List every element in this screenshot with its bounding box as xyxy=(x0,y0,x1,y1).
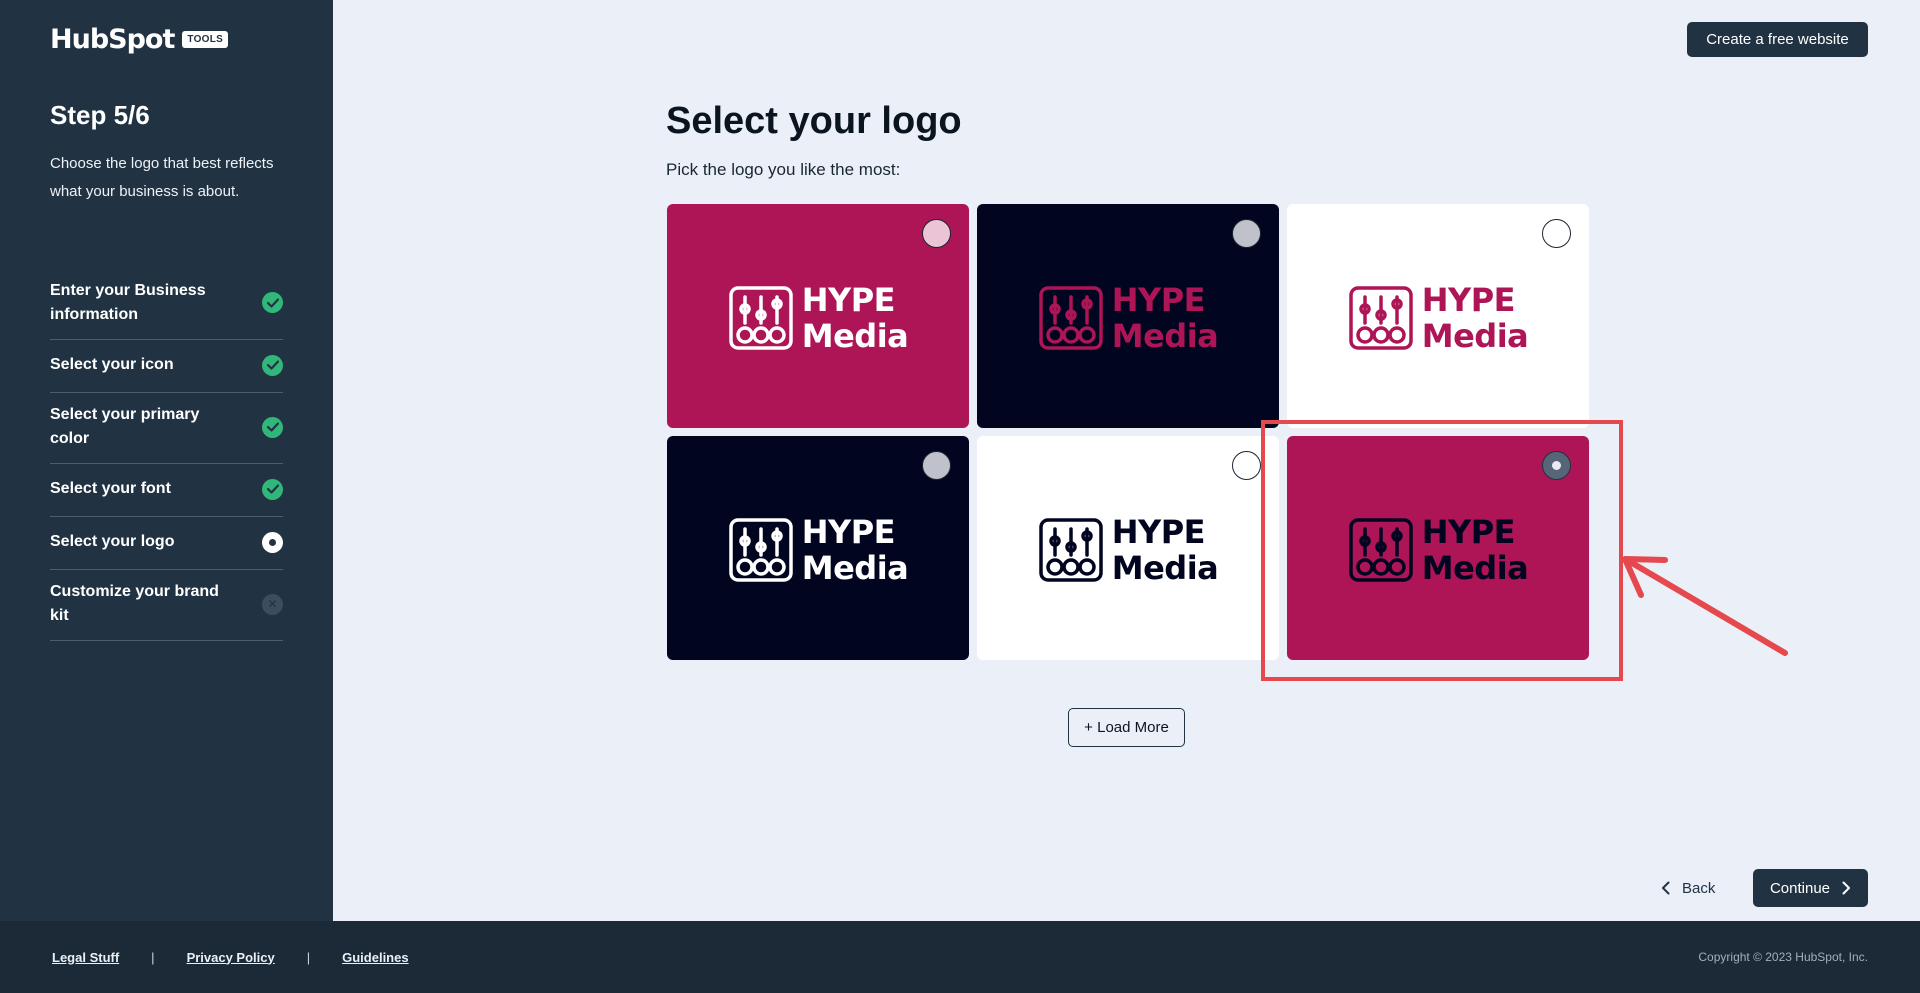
mixer-sliders-icon xyxy=(1038,286,1103,350)
step-label: Enter your Business information xyxy=(50,281,206,323)
step-item-font[interactable]: Select your font xyxy=(50,464,283,517)
page-title: Select your logo xyxy=(666,100,962,142)
logo-text-line1: HYPE xyxy=(1421,281,1516,319)
legal-stuff-link[interactable]: Legal Stuff xyxy=(52,950,119,965)
brand-name: HubSpot xyxy=(50,24,175,55)
mixer-sliders-icon xyxy=(1038,518,1103,582)
logo-preview: HYPE Media xyxy=(728,514,909,586)
continue-label: Continue xyxy=(1769,879,1831,897)
logo-preview: HYPE Media xyxy=(728,282,909,354)
radio-button-selected[interactable] xyxy=(1542,451,1571,480)
logo-text-line2: Media xyxy=(1111,317,1219,355)
logo-option-6[interactable]: HYPE Media xyxy=(1287,436,1589,660)
logo-text-line1: HYPE xyxy=(801,513,896,551)
load-more-button[interactable]: + Load More xyxy=(1068,708,1185,747)
guidelines-link[interactable]: Guidelines xyxy=(342,950,408,965)
logo-text-line2: Media xyxy=(801,317,909,355)
check-icon xyxy=(262,354,283,376)
logo-preview: HYPE Media xyxy=(1038,282,1219,354)
step-label: Select your icon xyxy=(50,356,174,373)
logo-option-2[interactable]: HYPE Media xyxy=(977,204,1279,428)
logo-preview: HYPE Media xyxy=(1348,514,1529,586)
step-label: Select your primary color xyxy=(50,406,200,447)
check-icon xyxy=(262,292,283,313)
mixer-sliders-icon xyxy=(728,286,793,350)
back-label: Back xyxy=(1682,879,1716,897)
radio-button[interactable] xyxy=(1232,451,1261,480)
radio-button[interactable] xyxy=(922,451,951,480)
chevron-left-icon xyxy=(1662,881,1670,895)
footer-separator: | xyxy=(306,949,311,965)
logo-preview: HYPE Media xyxy=(1348,282,1529,354)
step-label: Select your logo xyxy=(50,533,175,550)
hubspot-logo[interactable]: HubSpot TOOLS xyxy=(50,24,229,55)
logo-option-4[interactable]: HYPE Media xyxy=(667,436,969,660)
sidebar: HubSpot TOOLS Step 5/6 Choose the logo t… xyxy=(0,0,333,921)
logo-text-line1: HYPE xyxy=(1111,281,1206,319)
step-label: Customize your brand kit xyxy=(50,583,219,624)
annotation-arrow-icon xyxy=(1622,556,1788,656)
footer: Legal Stuff | Privacy Policy | Guideline… xyxy=(0,921,1920,993)
logo-text-line1: HYPE xyxy=(1111,513,1206,551)
step-item-icon[interactable]: Select your icon xyxy=(50,340,283,393)
radio-button[interactable] xyxy=(922,219,951,248)
mixer-sliders-icon xyxy=(1348,518,1413,582)
close-icon: ✕ xyxy=(262,593,283,615)
logo-text-line1: HYPE xyxy=(1421,513,1516,551)
back-button[interactable]: Back xyxy=(1655,869,1721,907)
logo-text-line2: Media xyxy=(1421,549,1529,587)
step-item-brand-kit[interactable]: Customize your brand kit ✕ xyxy=(50,570,283,641)
logo-text-line2: Media xyxy=(801,549,909,587)
check-icon xyxy=(262,416,283,438)
step-list: Enter your Business information Select y… xyxy=(50,268,283,641)
privacy-policy-link[interactable]: Privacy Policy xyxy=(187,950,275,965)
logo-option-3[interactable]: HYPE Media xyxy=(1287,204,1589,428)
radio-button[interactable] xyxy=(1232,219,1261,248)
radio-button[interactable] xyxy=(1542,219,1571,248)
create-free-website-button[interactable]: Create a free website xyxy=(1687,22,1868,57)
logo-option-1[interactable]: HYPE Media xyxy=(667,204,969,428)
step-label: Select your font xyxy=(50,480,171,497)
check-icon xyxy=(262,478,283,500)
footer-separator: | xyxy=(151,949,155,965)
logo-preview: HYPE Media xyxy=(1038,514,1219,586)
step-item-business-info[interactable]: Enter your Business information xyxy=(50,268,283,340)
logo-grid: HYPE Media HYPE Media HYPE Media HYPE Me… xyxy=(667,204,1589,660)
logo-text-line2: Media xyxy=(1421,317,1529,355)
tools-badge: TOOLS xyxy=(182,31,229,48)
logo-text-line1: HYPE xyxy=(801,281,896,319)
step-title: Step 5/6 xyxy=(50,100,150,130)
logo-option-5[interactable]: HYPE Media xyxy=(977,436,1279,660)
mixer-sliders-icon xyxy=(728,518,793,582)
page-subtitle: Pick the logo you like the most: xyxy=(666,160,901,179)
current-step-icon xyxy=(262,531,283,553)
copyright-text: Copyright © 2023 HubSpot, Inc. xyxy=(1698,950,1868,964)
step-item-logo[interactable]: Select your logo xyxy=(50,517,283,570)
step-item-primary-color[interactable]: Select your primary color xyxy=(50,393,283,464)
step-description: Choose the logo that best reflects what … xyxy=(50,155,274,200)
logo-text-line2: Media xyxy=(1111,549,1219,587)
mixer-sliders-icon xyxy=(1348,286,1413,350)
continue-button[interactable]: Continue xyxy=(1753,869,1868,907)
chevron-right-icon xyxy=(1842,881,1851,895)
